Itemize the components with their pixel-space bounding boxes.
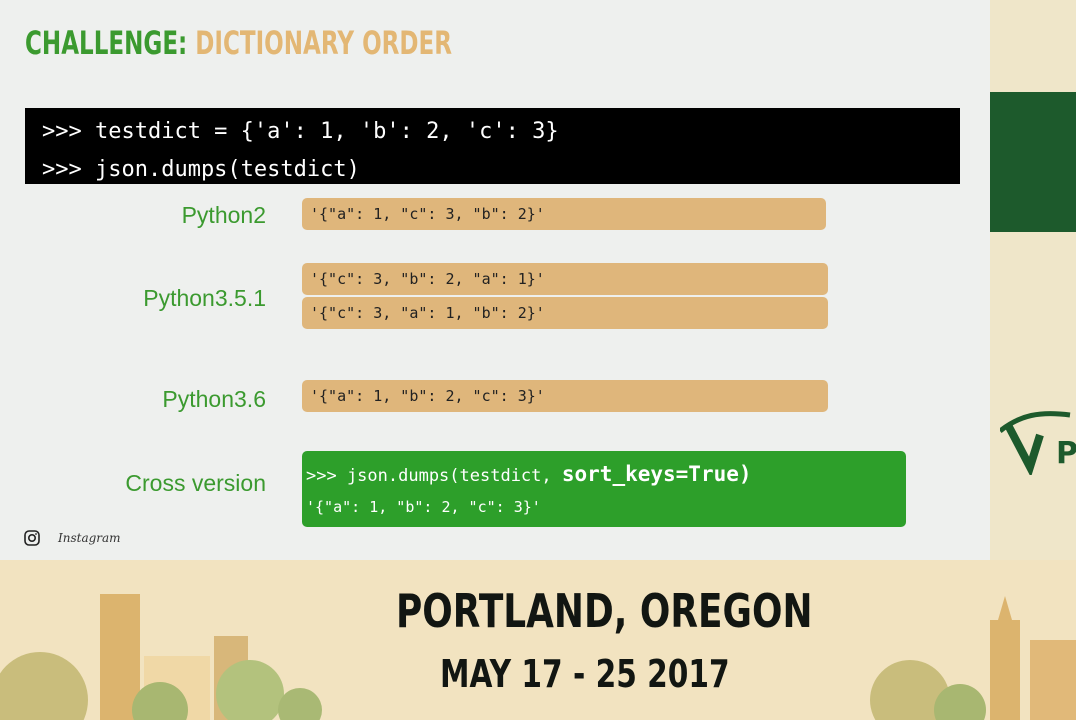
cross-version-output: '{"a": 1, "b": 2, "c": 3}' [306, 498, 541, 516]
output-python2: '{"a": 1, "c": 3, "b": 2}' [302, 198, 826, 230]
cross-version-box: >>> json.dumps(testdict, sort_keys=True)… [302, 451, 906, 527]
output-python351-b: '{"c": 3, "a": 1, "b": 2}' [302, 297, 828, 329]
svg-text:P: P [1056, 436, 1076, 471]
version-label-python36: Python3.6 [162, 386, 266, 412]
version-label-python2: Python2 [181, 202, 266, 228]
brand-name: Instagram [58, 531, 121, 545]
version-label-python351: Python3.5.1 [143, 285, 266, 311]
pycon-logo-fragment: P [1000, 411, 1076, 475]
instagram-icon [24, 530, 40, 546]
slide-title: CHALLENGE: DICTIONARY ORDER [25, 24, 452, 68]
title-prefix: CHALLENGE: [25, 24, 188, 62]
cross-code-prefix: >>> json.dumps(testdict, [306, 466, 562, 486]
output-python36: '{"a": 1, "b": 2, "c": 3}' [302, 380, 828, 412]
title-main: DICTIONARY ORDER [195, 24, 453, 62]
code-block: >>> testdict = {'a': 1, 'b': 2, 'c': 3} … [25, 108, 960, 184]
cross-version-code: >>> json.dumps(testdict, sort_keys=True) [306, 457, 906, 491]
banner-city: PORTLAND, OREGON [396, 584, 813, 638]
footer-brand: Instagram [24, 528, 121, 548]
cross-code-bold: sort_keys=True [561, 462, 739, 486]
code-line: >>> testdict = {'a': 1, 'b': 2, 'c': 3} [42, 119, 559, 144]
code-line: >>> json.dumps(testdict) [42, 157, 360, 182]
presentation-slide: CHALLENGE: DICTIONARY ORDER >>> testdict… [0, 0, 990, 560]
conference-backdrop: P [990, 0, 1076, 560]
cross-code-suffix: ) [738, 462, 752, 486]
backdrop-green-panel [990, 92, 1076, 232]
conference-banner: PORTLAND, OREGON MAY 17 - 25 2017 [0, 560, 1076, 720]
version-label-cross: Cross version [125, 470, 266, 496]
output-python351-a: '{"c": 3, "b": 2, "a": 1}' [302, 263, 828, 295]
banner-dates: MAY 17 - 25 2017 [440, 652, 730, 696]
